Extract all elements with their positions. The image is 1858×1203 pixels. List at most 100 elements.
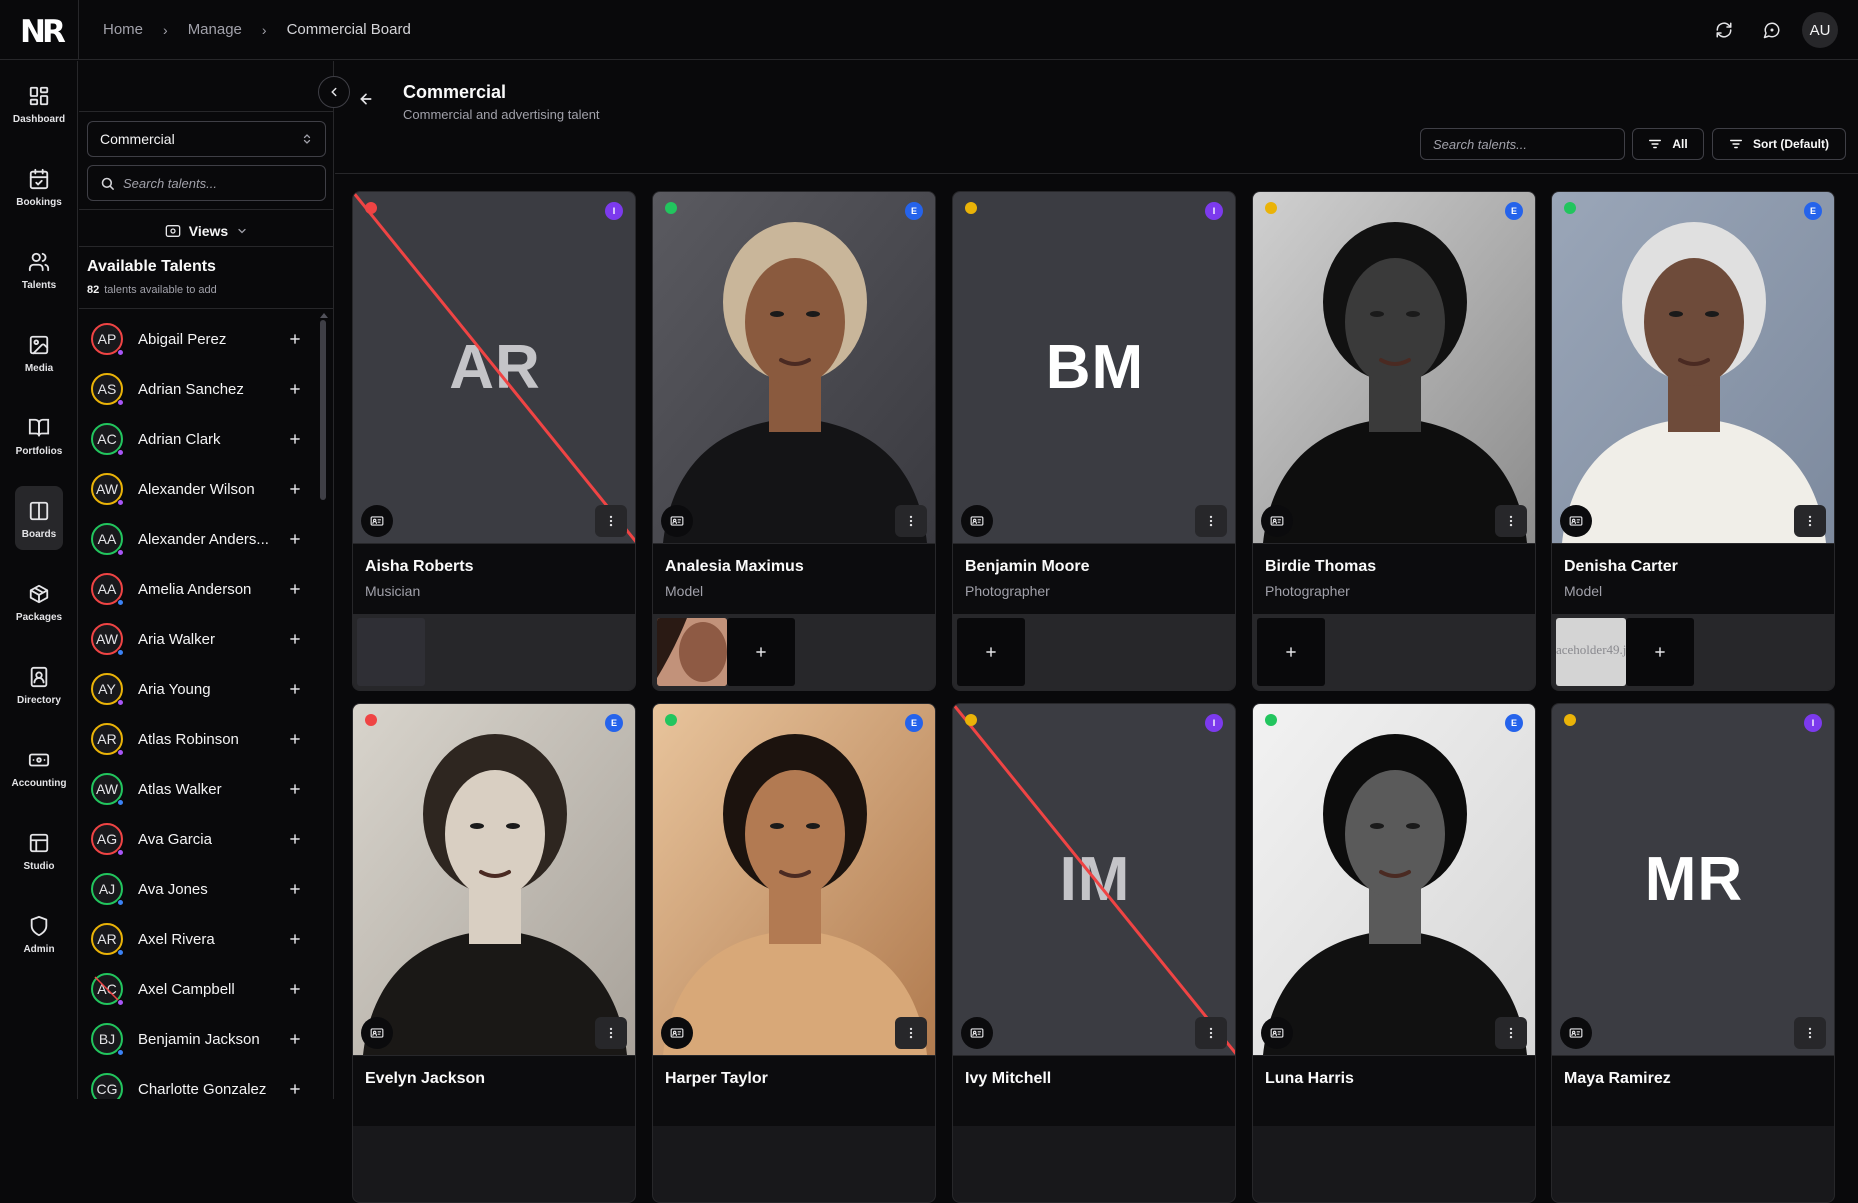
talent-list-item[interactable]: AG Ava Garcia	[79, 815, 327, 865]
talent-card[interactable]: IMI Ivy Mitchell	[952, 703, 1236, 1203]
add-media-button[interactable]	[1626, 618, 1694, 686]
refresh-icon[interactable]	[1706, 12, 1742, 48]
nav-accounting[interactable]: Accounting	[0, 735, 78, 799]
talent-card[interactable]: MR I Maya Ramirez	[1551, 703, 1835, 1203]
nav-boards[interactable]: Boards	[15, 486, 63, 550]
board-select[interactable]: Commercial	[87, 121, 326, 157]
app-logo[interactable]: NR	[20, 14, 66, 50]
card-menu-button[interactable]	[1794, 505, 1826, 537]
talent-card[interactable]: E Birdie Thomas Photographer	[1252, 191, 1536, 691]
media-thumbnail[interactable]: aceholder49.j	[1556, 618, 1626, 686]
id-card-button[interactable]	[361, 505, 393, 537]
talent-list-item[interactable]: AR Atlas Robinson	[79, 715, 327, 765]
add-talent-button[interactable]	[285, 879, 305, 899]
talent-list-item[interactable]: AP Abigail Perez	[79, 315, 327, 365]
id-card-button[interactable]	[1560, 1017, 1592, 1049]
card-menu-button[interactable]	[1495, 1017, 1527, 1049]
filter-label: All	[1672, 137, 1688, 151]
talent-card[interactable]: E Luna Harris	[1252, 703, 1536, 1203]
scroll-up-arrow[interactable]	[320, 313, 328, 318]
nav-bookings[interactable]: Bookings	[0, 154, 78, 218]
talent-list-item[interactable]: AY Aria Young	[79, 665, 327, 715]
id-card-button[interactable]	[361, 1017, 393, 1049]
nav-talents[interactable]: Talents	[0, 237, 78, 301]
collapse-panel-button[interactable]	[318, 76, 350, 108]
talent-card[interactable]: ARI Aisha Roberts Musician	[352, 191, 636, 691]
talent-list-item[interactable]: AS Adrian Sanchez	[79, 365, 327, 415]
card-menu-button[interactable]	[1195, 505, 1227, 537]
talent-list-item[interactable]: BJ Benjamin Jackson	[79, 1015, 327, 1065]
id-card-button[interactable]	[1261, 1017, 1293, 1049]
add-talent-button[interactable]	[285, 529, 305, 549]
board-search-input[interactable]: Search talents...	[1420, 128, 1625, 160]
add-talent-button[interactable]	[285, 979, 305, 999]
add-talent-button[interactable]	[285, 479, 305, 499]
card-menu-button[interactable]	[595, 505, 627, 537]
add-talent-button[interactable]	[285, 729, 305, 749]
talent-card[interactable]: E Harper Taylor	[652, 703, 936, 1203]
id-card-button[interactable]	[661, 1017, 693, 1049]
sort-button[interactable]: Sort (Default)	[1712, 128, 1846, 160]
talent-card[interactable]: E Analesia Maximus Model	[652, 191, 936, 691]
add-talent-button[interactable]	[285, 1029, 305, 1049]
talent-list-item[interactable]: AA Amelia Anderson	[79, 565, 327, 615]
add-talent-button[interactable]	[285, 579, 305, 599]
nav-studio[interactable]: Studio	[0, 818, 78, 882]
talent-list-item[interactable]: AW Aria Walker	[79, 615, 327, 665]
talent-placeholder: AR	[353, 192, 635, 543]
chat-icon[interactable]	[1754, 12, 1790, 48]
views-dropdown[interactable]: Views	[79, 219, 334, 243]
nav-directory[interactable]: Directory	[0, 652, 78, 716]
nav-media[interactable]: Media	[0, 320, 78, 384]
add-media-button[interactable]	[727, 618, 795, 686]
talent-list-item[interactable]: AW Atlas Walker	[79, 765, 327, 815]
talent-list-item[interactable]: AC Axel Campbell	[79, 965, 327, 1015]
id-card-button[interactable]	[961, 1017, 993, 1049]
add-media-button[interactable]	[1257, 618, 1325, 686]
talent-card[interactable]: BM I Benjamin Moore Photographer	[952, 191, 1236, 691]
add-talent-button[interactable]	[285, 429, 305, 449]
breadcrumb-home[interactable]: Home	[103, 21, 143, 38]
id-card-button[interactable]	[661, 505, 693, 537]
card-menu-button[interactable]	[895, 1017, 927, 1049]
add-talent-button[interactable]	[285, 929, 305, 949]
nav-admin[interactable]: Admin	[0, 901, 78, 965]
talent-list-item[interactable]: CG Charlotte Gonzalez	[79, 1065, 327, 1099]
id-card-button[interactable]	[1261, 505, 1293, 537]
filter-button[interactable]: All	[1632, 128, 1704, 160]
card-menu-button[interactable]	[595, 1017, 627, 1049]
board-subtitle: Commercial and advertising talent	[403, 107, 600, 122]
card-menu-button[interactable]	[895, 505, 927, 537]
talent-list-item[interactable]: AW Alexander Wilson	[79, 465, 327, 515]
breadcrumb-manage[interactable]: Manage	[188, 21, 242, 38]
talent-type-dot	[117, 899, 124, 906]
add-talent-button[interactable]	[285, 629, 305, 649]
add-talent-button[interactable]	[285, 829, 305, 849]
talent-list[interactable]: AP Abigail Perez AS Adrian Sanchez AC Adrian …	[79, 315, 327, 1099]
card-menu-button[interactable]	[1495, 505, 1527, 537]
add-talent-button[interactable]	[285, 779, 305, 799]
talent-list-item[interactable]: AA Alexander Anders...	[79, 515, 327, 565]
nav-packages[interactable]: Packages	[0, 569, 78, 633]
talent-card[interactable]: E Denisha Carter Model aceholder49.j	[1551, 191, 1835, 691]
add-talent-button[interactable]	[285, 1079, 305, 1099]
talent-list-item[interactable]: AJ Ava Jones	[79, 865, 327, 915]
nav-portfolios[interactable]: Portfolios	[0, 403, 78, 467]
add-media-button[interactable]	[957, 618, 1025, 686]
card-menu-button[interactable]	[1195, 1017, 1227, 1049]
user-avatar[interactable]: AU	[1802, 12, 1838, 48]
add-talent-button[interactable]	[285, 679, 305, 699]
talent-card[interactable]: E Evelyn Jackson	[352, 703, 636, 1203]
id-card-button[interactable]	[1560, 505, 1592, 537]
add-talent-button[interactable]	[285, 329, 305, 349]
talent-list-item[interactable]: AC Adrian Clark	[79, 415, 327, 465]
id-card-button[interactable]	[961, 505, 993, 537]
talent-list-item[interactable]: AR Axel Rivera	[79, 915, 327, 965]
media-thumbnail[interactable]	[657, 618, 727, 686]
back-button[interactable]	[358, 91, 374, 107]
panel-search-input[interactable]: Search talents...	[87, 165, 326, 201]
nav-dashboard[interactable]: Dashboard	[0, 71, 78, 135]
add-talent-button[interactable]	[285, 379, 305, 399]
card-menu-button[interactable]	[1794, 1017, 1826, 1049]
talent-list-scrollbar[interactable]	[320, 320, 326, 500]
